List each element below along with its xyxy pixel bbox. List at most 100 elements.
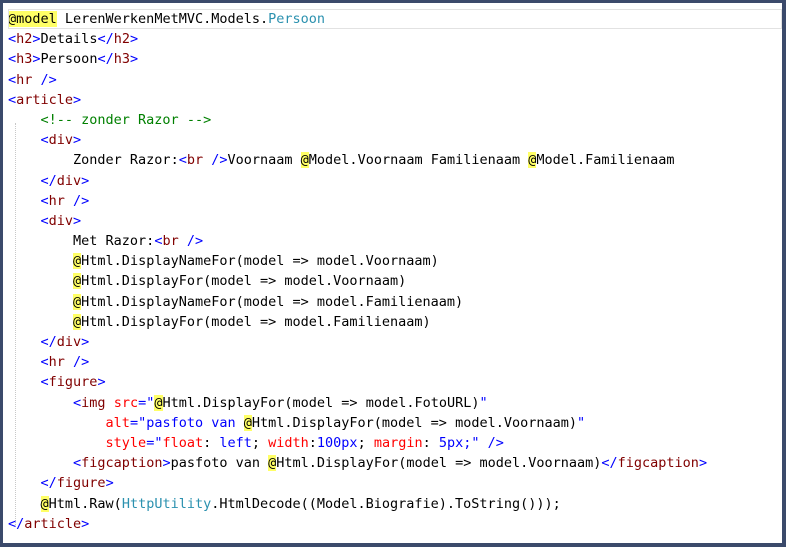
code-token: h2 xyxy=(16,31,33,48)
code-line[interactable]: </article> xyxy=(8,514,782,534)
code-line[interactable]: </div> xyxy=(8,171,782,191)
code-token: left xyxy=(219,434,252,451)
razor-marker: @ xyxy=(40,495,49,512)
code-line[interactable]: <article> xyxy=(8,90,782,110)
razor-marker: @ xyxy=(8,11,17,27)
code-line[interactable]: </div> xyxy=(8,332,782,352)
code-token: h3 xyxy=(113,51,130,68)
code-token: Html.DisplayFor(model => model.Voornaam) xyxy=(81,273,407,290)
code-token: < xyxy=(8,51,17,68)
code-token: pasfoto van xyxy=(170,455,269,472)
code-line[interactable]: style="float: left; width:100px; margin:… xyxy=(8,433,782,453)
code-line[interactable]: alt="pasfoto van @Html.DisplayFor(model … xyxy=(8,413,782,433)
code-token: article xyxy=(24,515,82,532)
code-token: < xyxy=(73,455,82,472)
code-token: Html.Raw( xyxy=(48,495,122,512)
code-token: : xyxy=(203,434,220,451)
code-line[interactable]: @Html.DisplayFor(model => model.Voornaam… xyxy=(8,271,782,291)
code-line[interactable]: <div> xyxy=(8,211,782,231)
code-token: ; xyxy=(251,434,269,451)
code-token: hr xyxy=(48,192,65,209)
code-token: Html.DisplayFor(model => model.Familiena… xyxy=(81,313,431,330)
code-token: img xyxy=(81,394,106,411)
code-token: < xyxy=(40,132,49,149)
code-token: figcaption xyxy=(617,455,699,472)
code-token: =" xyxy=(146,434,163,451)
code-token: < xyxy=(178,152,187,169)
code-token: > xyxy=(73,91,82,108)
code-token: Met Razor: xyxy=(73,233,155,250)
code-token: </ xyxy=(601,455,618,472)
code-editor[interactable]: @model LerenWerkenMetMVC.Models.Persoon <… xyxy=(8,9,782,534)
code-token: > xyxy=(81,515,90,532)
code-line[interactable]: <div> xyxy=(8,130,782,150)
code-line[interactable]: <h2>Details</h2> xyxy=(8,29,782,49)
code-line[interactable]: <hr /> xyxy=(8,191,782,211)
code-token: width xyxy=(268,434,309,451)
code-token: < xyxy=(8,91,17,108)
code-token: hr xyxy=(16,71,33,88)
code-token: div xyxy=(56,172,82,189)
code-token: ="pasfoto van xyxy=(129,414,244,431)
code-token: LerenWerkenMetMVC.Models. xyxy=(56,11,269,27)
code-token: Html.DisplayFor(model => model.FotoURL) xyxy=(162,394,480,411)
code-token: Persoon xyxy=(268,11,326,27)
code-token: /> xyxy=(64,192,90,209)
code-line[interactable]: </figure> xyxy=(8,473,782,493)
code-line[interactable]: <figure> xyxy=(8,372,782,392)
code-line[interactable]: <!-- zonder Razor --> xyxy=(8,110,782,130)
code-line[interactable]: <h3>Persoon</h3> xyxy=(8,49,782,69)
code-token: < xyxy=(40,192,49,209)
code-line[interactable]: <hr /> xyxy=(8,352,782,372)
code-token: > xyxy=(81,172,90,189)
code-token: < xyxy=(40,354,49,371)
code-line[interactable]: @Html.DisplayFor(model => model.Familien… xyxy=(8,312,782,332)
code-line[interactable]: @Html.DisplayNameFor(model => model.Voor… xyxy=(8,251,782,271)
code-line[interactable]: @model LerenWerkenMetMVC.Models.Persoon xyxy=(8,9,782,30)
code-line[interactable]: <img src="@Html.DisplayFor(model => mode… xyxy=(8,393,782,413)
code-token: ;" xyxy=(463,434,480,451)
code-line[interactable]: @Html.Raw(HttpUtility.HtmlDecode((Model.… xyxy=(8,494,782,514)
code-line[interactable]: <hr /> xyxy=(8,70,782,90)
code-line[interactable]: Met Razor:<br /> xyxy=(8,231,782,251)
code-token: Html.DisplayFor(model => model.Voornaam) xyxy=(276,455,602,472)
razor-marker: @ xyxy=(300,152,309,169)
code-line[interactable]: <figcaption>pasfoto van @Html.DisplayFor… xyxy=(8,453,782,473)
code-token: </ xyxy=(40,172,57,189)
code-token: Model.Familienaam xyxy=(536,152,675,169)
code-token: < xyxy=(8,71,17,88)
code-token: > xyxy=(73,132,82,149)
code-token: > xyxy=(32,51,41,68)
code-token: figure xyxy=(48,374,98,391)
code-line[interactable]: @Html.DisplayNameFor(model => model.Fami… xyxy=(8,292,782,312)
code-token: </ xyxy=(8,515,25,532)
code-token: " xyxy=(576,414,586,431)
code-token: Html.DisplayNameFor(model => model.Voorn… xyxy=(81,253,439,270)
code-token: > xyxy=(73,212,82,229)
code-token: > xyxy=(81,334,90,350)
razor-marker: @ xyxy=(73,253,82,270)
code-token: div xyxy=(48,212,74,229)
code-token: < xyxy=(40,212,49,229)
code-token: /> xyxy=(178,233,204,250)
code-line[interactable]: Zonder Razor:<br />Voornaam @Model.Voorn… xyxy=(8,150,782,170)
code-token: HttpUtility xyxy=(121,495,212,512)
code-token: Html.DisplayFor(model => model.Voornaam) xyxy=(251,414,577,431)
code-token: </ xyxy=(97,31,114,48)
code-token: =" xyxy=(138,394,155,411)
code-token: ; xyxy=(357,434,374,451)
